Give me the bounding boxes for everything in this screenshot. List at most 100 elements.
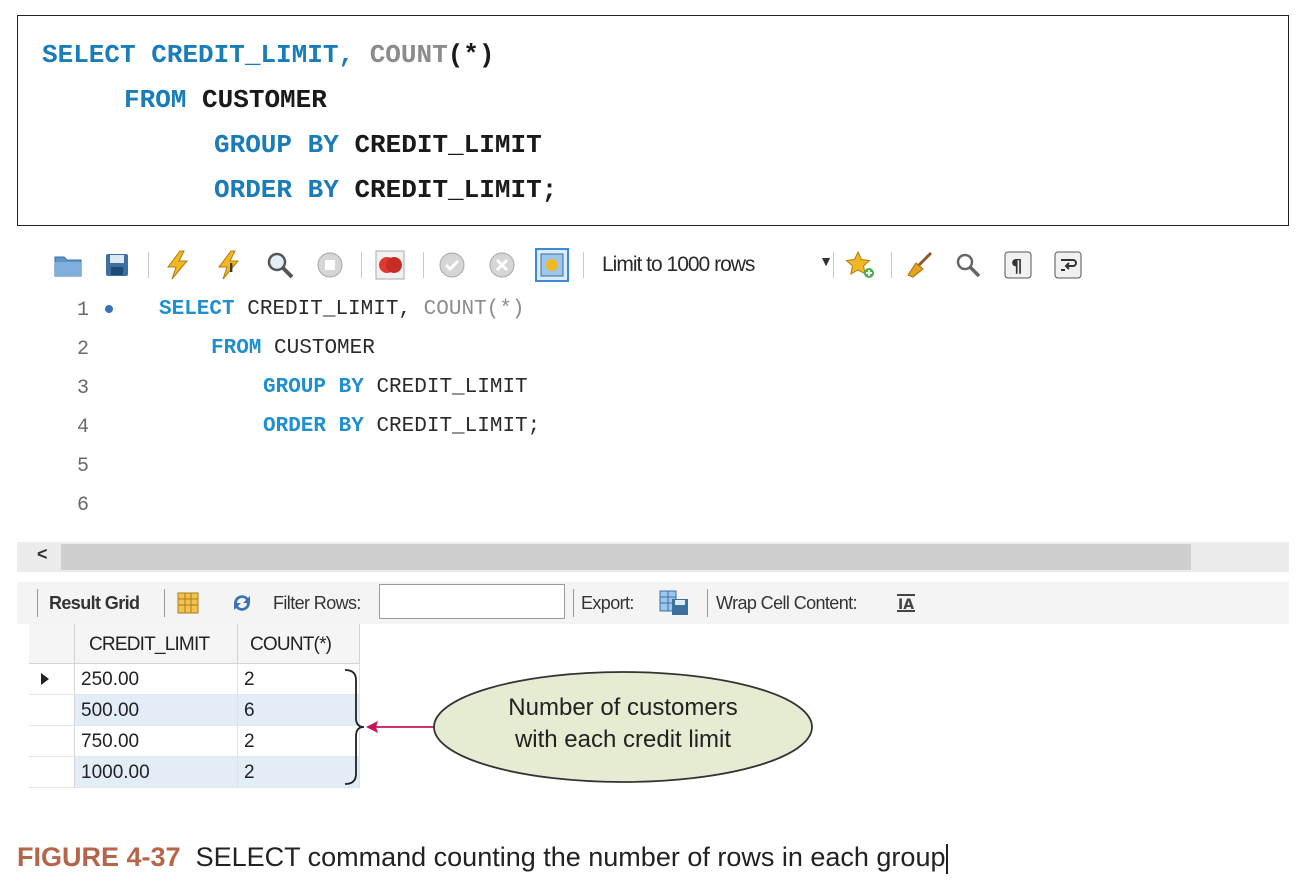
table-name: CUSTOMER — [274, 337, 375, 360]
wrap-text-icon[interactable]: IA — [889, 586, 923, 620]
svg-text:I: I — [229, 261, 233, 275]
result-toolbar: Result Grid Filter Rows: Export: Wrap Ce… — [17, 582, 1289, 624]
find-magnifier-icon[interactable] — [951, 248, 985, 282]
editor-line-4[interactable]: ORDER BY CREDIT_LIMIT; — [263, 415, 540, 438]
caption-text: SELECT command counting the number of ro… — [195, 842, 946, 872]
editor-line-3[interactable]: GROUP BY CREDIT_LIMIT — [263, 376, 528, 399]
open-folder-icon[interactable] — [51, 248, 85, 282]
rollback-icon[interactable] — [485, 248, 519, 282]
export-save-icon[interactable] — [657, 586, 691, 620]
toolbar-separator — [37, 589, 38, 617]
editor-line-2[interactable]: FROM CUSTOMER — [211, 337, 375, 360]
commit-icon[interactable] — [435, 248, 469, 282]
beautify-broom-icon[interactable] — [903, 248, 937, 282]
callout-text: Number of customers with each credit lim… — [434, 692, 812, 756]
row-indicator[interactable] — [29, 726, 75, 757]
column-name: CREDIT_LIMIT, — [151, 40, 355, 70]
keyword: SELECT — [42, 40, 136, 70]
column-name: CREDIT_LIMIT, — [247, 298, 412, 321]
code-listing-box: SELECT CREDIT_LIMIT, COUNT(*) FROM CUSTO… — [17, 15, 1289, 226]
figure-label: FIGURE 4-37 — [17, 842, 181, 872]
function-args: (*) — [447, 40, 495, 70]
execute-current-lightning-icon[interactable]: I — [213, 248, 247, 282]
word-wrap-icon[interactable] — [1051, 248, 1085, 282]
keyword: GROUP BY — [214, 130, 339, 160]
column-header-credit-limit[interactable]: CREDIT_LIMIT — [75, 624, 238, 664]
add-snippet-star-icon[interactable] — [843, 248, 877, 282]
code-line-3: GROUP BY CREDIT_LIMIT — [214, 130, 542, 160]
invisible-chars-pilcrow-icon[interactable]: ¶ — [1001, 248, 1035, 282]
toolbar-separator — [423, 252, 424, 278]
cell-count[interactable]: 2 — [238, 664, 360, 695]
cell-credit-limit[interactable]: 750.00 — [75, 726, 238, 757]
row-indicator[interactable] — [29, 664, 75, 695]
table-name: CUSTOMER — [202, 85, 327, 115]
current-row-arrow-icon — [41, 673, 49, 685]
filter-rows-input[interactable] — [379, 584, 565, 619]
result-grid-tab[interactable]: Result Grid — [49, 593, 140, 614]
toolbar-separator — [583, 252, 584, 278]
line-number: 4 — [76, 416, 89, 439]
cell-credit-limit[interactable]: 500.00 — [75, 695, 238, 726]
toolbar-separator — [833, 252, 834, 278]
column-name: CREDIT_LIMIT; — [376, 415, 541, 438]
keyword: ORDER BY — [263, 415, 364, 438]
filter-rows-label: Filter Rows: — [273, 593, 361, 613]
keyword: SELECT — [159, 298, 235, 321]
keyword: FROM — [124, 85, 187, 115]
cell-count[interactable]: 6 — [238, 695, 360, 726]
stop-icon[interactable] — [313, 248, 347, 282]
line-number: 1 — [76, 299, 89, 322]
export-label: Export: — [581, 593, 634, 613]
editor-line-1[interactable]: SELECT CREDIT_LIMIT, COUNT(*) — [159, 298, 525, 321]
callout-line: with each credit limit — [514, 726, 732, 753]
row-indicator[interactable] — [29, 757, 75, 788]
explain-magnifier-icon[interactable] — [263, 248, 297, 282]
text-cursor — [946, 843, 948, 874]
toolbar-separator — [707, 589, 708, 617]
code-line-4: ORDER BY CREDIT_LIMIT; — [214, 175, 557, 205]
keyword: GROUP BY — [263, 376, 364, 399]
toolbar-separator — [891, 252, 892, 278]
function-name: COUNT — [369, 40, 448, 70]
column-header-count[interactable]: COUNT(*) — [238, 624, 360, 664]
grid-corner — [29, 624, 75, 664]
cell-count[interactable]: 2 — [238, 757, 360, 788]
limit-rows-label: Limit to 1000 rows — [602, 253, 755, 276]
callout-line: Number of customers — [508, 694, 738, 721]
line-number: 5 — [76, 455, 89, 478]
line-number: 6 — [76, 494, 89, 517]
execute-lightning-icon[interactable] — [161, 248, 195, 282]
code-line-1: SELECT CREDIT_LIMIT, COUNT(*) — [42, 40, 495, 70]
toolbar-separator — [361, 252, 362, 278]
scroll-left-arrow-icon[interactable]: < — [37, 544, 48, 565]
cell-credit-limit[interactable]: 1000.00 — [75, 757, 238, 788]
scrollbar-thumb[interactable] — [61, 544, 1191, 570]
refresh-icon[interactable] — [225, 586, 259, 620]
autocommit-toggle-icon[interactable] — [535, 248, 569, 282]
horizontal-scrollbar[interactable]: < — [17, 542, 1289, 572]
column-name: CREDIT_LIMIT — [376, 376, 528, 399]
line-number: 2 — [76, 338, 89, 361]
svg-text:¶: ¶ — [1011, 256, 1022, 277]
wrap-cell-content-label: Wrap Cell Content: — [716, 593, 858, 613]
dropdown-arrow-icon: ▼ — [819, 253, 833, 269]
toggle-error-icon[interactable] — [373, 248, 407, 282]
limit-rows-select[interactable]: Limit to 1000 rows ▼ — [597, 249, 834, 281]
svg-text:IA: IA — [898, 597, 914, 613]
keyword: FROM — [211, 337, 262, 360]
save-icon[interactable] — [100, 248, 134, 282]
figure-caption: FIGURE 4-37 SELECT command counting the … — [17, 842, 948, 874]
code-line-2: FROM CUSTOMER — [124, 85, 327, 115]
toolbar-separator — [164, 589, 165, 617]
keyword: ORDER BY — [214, 175, 339, 205]
line-number: 3 — [76, 377, 89, 400]
statement-marker-icon — [105, 305, 113, 313]
grid-view-icon[interactable] — [171, 586, 205, 620]
function-name: COUNT(*) — [423, 298, 525, 321]
cell-count[interactable]: 2 — [238, 726, 360, 757]
column-name: CREDIT_LIMIT — [354, 130, 542, 160]
cell-credit-limit[interactable]: 250.00 — [75, 664, 238, 695]
toolbar-separator — [573, 589, 574, 617]
row-indicator[interactable] — [29, 695, 75, 726]
